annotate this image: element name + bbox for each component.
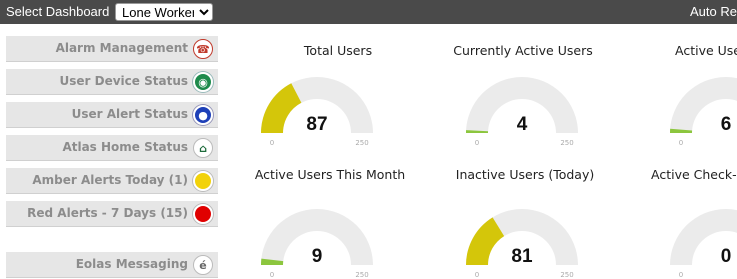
gauge-value: 81 [511,246,533,267]
gauge-max-label: 250 [355,139,368,147]
gauge-max-label: 250 [560,139,573,147]
gauge-value: 87 [306,114,327,135]
gauge-min-label: 0 [679,271,683,279]
gauge-max-label: 250 [355,271,368,279]
gauge-value: 4 [517,114,528,135]
gauge-value: 9 [312,246,323,267]
gauge-max-label: 250 [560,271,573,279]
gauges-canvas: 87025040250602509025081025000250 [261,77,737,279]
gauge-min-label: 0 [270,139,274,147]
gauge-value: 0 [721,246,732,267]
gauge-value: 6 [721,114,732,135]
gauge-min-label: 0 [475,139,479,147]
gauge-min-label: 0 [679,139,683,147]
gauge-min-label: 0 [475,271,479,279]
gauge-min-label: 0 [270,271,274,279]
